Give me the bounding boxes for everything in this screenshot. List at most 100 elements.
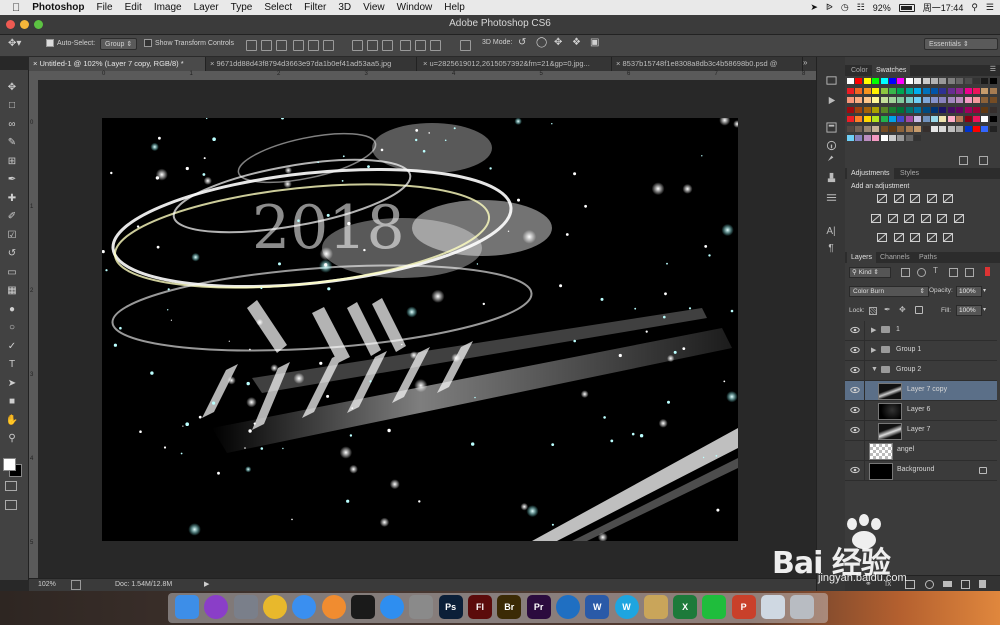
shape-tool-icon[interactable]: ■ [4, 395, 20, 409]
align-right-icon[interactable] [323, 40, 334, 51]
gradient-tool-icon[interactable]: ▦ [4, 284, 20, 298]
group-collapsed-icon[interactable]: ▶ [871, 346, 876, 354]
brush-panel-icon[interactable] [825, 151, 837, 163]
swatch[interactable] [872, 78, 880, 84]
paragraph-panel-icon[interactable]: ¶ [825, 242, 837, 254]
swatch[interactable] [931, 125, 938, 132]
new-swatch-icon[interactable] [959, 156, 968, 165]
dock-excel-icon[interactable]: X [673, 595, 698, 619]
dock-flash-icon[interactable]: Fl [468, 595, 492, 619]
swatch[interactable] [855, 106, 863, 113]
layer-row[interactable]: Layer 6 [845, 401, 997, 421]
swatch[interactable] [847, 135, 854, 141]
dock-word-icon[interactable]: W [585, 595, 610, 619]
distribute-right-icon[interactable] [430, 40, 441, 51]
gradient-map-adjustment-icon[interactable] [926, 233, 937, 242]
swatch[interactable] [914, 78, 922, 84]
swatch[interactable] [947, 97, 955, 103]
dock-photoshop-icon[interactable]: Ps [438, 595, 463, 619]
workspace-dropdown[interactable]: Essentials ⇕ [924, 38, 998, 50]
swatch[interactable] [964, 125, 972, 132]
scale-3d-icon[interactable]: ▣ [590, 37, 599, 48]
swatch[interactable] [880, 125, 888, 132]
layer-row[interactable]: angel [845, 441, 997, 461]
dock-archive-icon[interactable] [643, 595, 668, 619]
layer-row[interactable]: Layer 7 copy [845, 381, 997, 401]
screen-mode-icon[interactable] [5, 500, 17, 510]
swatch[interactable] [914, 135, 922, 141]
swatch[interactable] [931, 116, 938, 122]
photo-filter-adjustment-icon[interactable] [920, 214, 931, 223]
swatch[interactable] [981, 97, 989, 103]
swatch[interactable] [956, 125, 964, 132]
swatch[interactable] [889, 135, 896, 141]
tab-color[interactable]: Color [847, 65, 872, 76]
eraser-tool-icon[interactable]: ▭ [4, 265, 20, 279]
swatch[interactable] [981, 125, 989, 132]
filter-type-icon[interactable]: T [933, 266, 938, 275]
history-panel-icon[interactable] [825, 74, 837, 86]
distribute-bottom-icon[interactable] [382, 40, 393, 51]
auto-align-icon[interactable] [460, 40, 471, 51]
swatch[interactable] [947, 106, 955, 113]
tab-jpg-1[interactable]: × 9671dd88d43f8794d3663e97da1b0ef41ad53a… [206, 57, 417, 71]
dock-browser-icon[interactable] [555, 595, 580, 619]
bluetooth-icon[interactable]: ᐉ [826, 2, 833, 13]
swatch[interactable] [922, 125, 930, 132]
tab-paths[interactable]: Paths [915, 252, 941, 263]
swatch[interactable] [847, 125, 854, 132]
swatch[interactable] [931, 97, 938, 103]
swatch[interactable] [847, 116, 854, 122]
tab-jpg-2[interactable]: × u=2825619012,2615057392&fm=21&gp=0.jpg… [419, 57, 612, 71]
layer-group-row[interactable]: ▶ 1 [845, 321, 997, 341]
align-top-icon[interactable] [246, 40, 257, 51]
swatch[interactable] [855, 135, 863, 141]
posterize-adjustment-icon[interactable] [893, 233, 904, 242]
tab-layers[interactable]: Layers [847, 252, 877, 263]
swatch[interactable] [863, 116, 871, 122]
swatch[interactable] [947, 87, 955, 94]
swatch[interactable] [973, 87, 980, 94]
swatch[interactable] [973, 78, 980, 84]
blend-mode-dropdown[interactable]: Color Burn ⇕ [849, 286, 929, 297]
color-balance-adjustment-icon[interactable] [887, 214, 898, 223]
move-tool-preset-icon[interactable]: ✥▾ [8, 38, 21, 49]
swatch[interactable] [964, 87, 972, 94]
invert-adjustment-icon[interactable] [877, 233, 887, 242]
swatch[interactable] [889, 106, 896, 113]
align-bottom-icon[interactable] [276, 40, 287, 51]
swatch[interactable] [863, 97, 871, 103]
swatch[interactable] [897, 97, 905, 103]
swatch[interactable] [947, 116, 955, 122]
visibility-eye-icon[interactable] [850, 425, 860, 435]
opacity-slider-arrow-icon[interactable]: ▾ [983, 287, 986, 294]
tab-close-icon[interactable]: × [33, 59, 37, 68]
panel-menu-icon[interactable]: ☰ [990, 65, 996, 73]
tab-close-icon[interactable]: × [616, 59, 620, 68]
opacity-field[interactable]: 100% [956, 286, 982, 297]
dock-iqiyi-icon[interactable] [702, 595, 727, 619]
color-lookup-adjustment-icon[interactable] [953, 214, 964, 223]
swatch[interactable] [931, 87, 938, 94]
wifi-icon[interactable]: ☷ [857, 2, 865, 13]
swatch[interactable] [973, 125, 980, 132]
notification-center-icon[interactable]: ☰ [986, 2, 994, 13]
swatch[interactable] [931, 78, 938, 84]
swatch[interactable] [855, 87, 863, 94]
path-select-tool-icon[interactable]: ➤ [4, 376, 20, 390]
swatch[interactable] [872, 97, 880, 103]
swatch[interactable] [981, 106, 989, 113]
foreground-color-swatch[interactable] [3, 458, 16, 471]
dodge-tool-icon[interactable]: ○ [4, 321, 20, 335]
menu-photoshop[interactable]: Photoshop [32, 2, 84, 13]
document-canvas[interactable]: 2018 [102, 118, 738, 541]
swatch[interactable] [905, 78, 913, 84]
lock-transparent-icon[interactable] [869, 307, 877, 315]
swatch[interactable] [964, 106, 972, 113]
swatch[interactable] [897, 78, 905, 84]
swatch[interactable] [973, 106, 980, 113]
quick-mask-icon[interactable] [5, 481, 17, 491]
swatch[interactable] [956, 87, 964, 94]
dock-preview-icon[interactable] [761, 595, 785, 619]
swatch[interactable] [956, 106, 964, 113]
